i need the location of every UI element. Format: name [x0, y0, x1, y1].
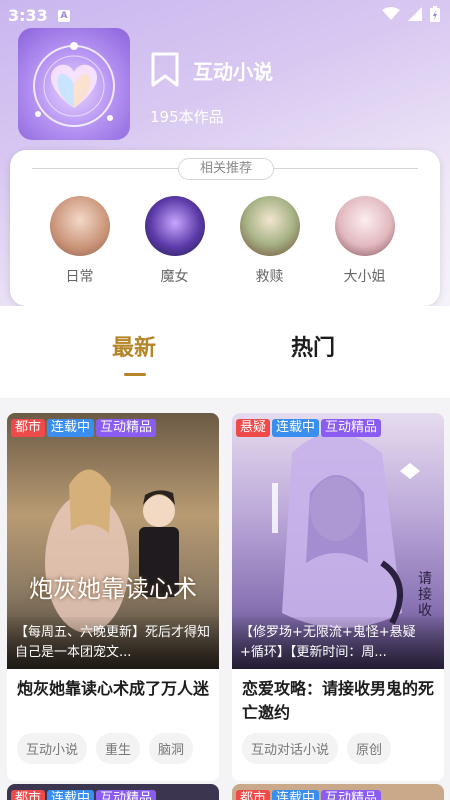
book-feed: 都市 连载中 互动精品 炮灰她靠读心术 【每周五、六晚更新】死后才得知自己是一本… — [0, 398, 450, 800]
cover-title-art: 请接收 — [418, 571, 432, 619]
book-tag[interactable]: 重生 — [96, 733, 141, 764]
category-item-richang[interactable]: 日常 — [32, 196, 127, 286]
book-card[interactable]: 都市 连载中 互动精品 炮灰她靠读心术 【每周五、六晚更新】死后才得知自己是一本… — [7, 413, 219, 781]
badge-genre: 都市 — [236, 790, 271, 800]
badge-genre: 都市 — [11, 790, 46, 800]
book-card[interactable]: 悬疑 连载中 互动精品 请接收 【修罗场+无限流+鬼怪+悬疑+循环】【更新时间：… — [232, 413, 444, 781]
book-cover: 都市 连载中 互动精品 炮灰她靠读心术 【每周五、六晚更新】死后才得知自己是一本… — [7, 413, 219, 669]
badge-quality: 互动精品 — [96, 790, 157, 800]
status-time: 3:33 — [8, 6, 48, 25]
related-recommendations: 相关推荐 日常 魔女 救赎 大小姐 — [10, 150, 440, 306]
tab-bar: 最新 热门 — [0, 306, 450, 398]
category-label: 日常 — [65, 269, 94, 285]
book-badges: 悬疑 连载中 互动精品 — [236, 419, 382, 437]
topic-title: 互动小说 — [193, 60, 273, 84]
book-tags: 互动对话小说 原创 — [242, 733, 392, 764]
book-tag[interactable]: 脑洞 — [149, 733, 194, 764]
badge-quality: 互动精品 — [96, 419, 157, 437]
work-count: 195本作品 — [150, 108, 224, 126]
book-badges: 都市 连载中 互动精品 — [236, 790, 382, 800]
book-title: 恋爱攻略：请接收男鬼的死亡邀约 — [242, 679, 435, 722]
category-item-daxiaojie[interactable]: 大小姐 — [317, 196, 412, 286]
book-blurb: 【每周五、六晚更新】死后才得知自己是一本团宠文... — [7, 617, 219, 669]
badge-genre: 悬疑 — [236, 419, 271, 437]
badge-genre: 都市 — [11, 419, 46, 437]
status-icons — [382, 6, 440, 22]
tab-latest[interactable]: 最新 — [112, 330, 156, 362]
category-item-jiushu[interactable]: 救赎 — [222, 196, 317, 286]
category-item-monv[interactable]: 魔女 — [127, 196, 222, 286]
tab-indicator — [124, 373, 146, 376]
badge-quality: 互动精品 — [321, 419, 382, 437]
category-avatar — [144, 196, 205, 256]
category-label: 大小姐 — [343, 269, 386, 285]
book-badges: 都市 连载中 互动精品 — [11, 790, 157, 800]
badge-quality: 互动精品 — [321, 790, 382, 800]
book-badges: 都市 连载中 互动精品 — [11, 419, 157, 437]
book-title: 炮灰她靠读心术成了万人迷 — [17, 679, 210, 698]
category-avatar — [334, 196, 395, 256]
signal-icon — [408, 7, 422, 21]
book-card[interactable]: 都市 连载中 互动精品 — [232, 784, 444, 800]
book-blurb: 【修罗场+无限流+鬼怪+悬疑+循环】【更新时间：周... — [232, 617, 444, 669]
category-list: 日常 魔女 救赎 大小姐 — [10, 196, 440, 286]
cover-title-art: 炮灰她靠读心术 — [29, 575, 197, 603]
book-cover: 悬疑 连载中 互动精品 请接收 【修罗场+无限流+鬼怪+悬疑+循环】【更新时间：… — [232, 413, 444, 669]
category-avatar — [239, 196, 300, 256]
tab-hot[interactable]: 热门 — [291, 330, 335, 362]
topic-cover-image — [18, 28, 130, 140]
book-tags: 互动小说 重生 脑洞 — [17, 733, 194, 764]
battery-icon — [430, 6, 440, 22]
category-avatar — [49, 196, 110, 256]
wifi-icon — [382, 7, 400, 20]
book-tag[interactable]: 互动小说 — [17, 733, 88, 764]
badge-status: 连载中 — [272, 419, 320, 437]
badge-status: 连载中 — [47, 790, 95, 800]
badge-status: 连载中 — [47, 419, 95, 437]
bookmark-icon[interactable] — [150, 52, 180, 88]
badge-status: 连载中 — [272, 790, 320, 800]
category-label: 救赎 — [255, 269, 284, 285]
book-tag[interactable]: 原创 — [347, 733, 392, 764]
category-label: 魔女 — [160, 269, 189, 285]
book-card[interactable]: 都市 连载中 互动精品 — [7, 784, 219, 800]
related-heading: 相关推荐 — [178, 158, 274, 180]
notification-icon: A — [58, 10, 70, 22]
book-tag[interactable]: 互动对话小说 — [242, 733, 339, 764]
